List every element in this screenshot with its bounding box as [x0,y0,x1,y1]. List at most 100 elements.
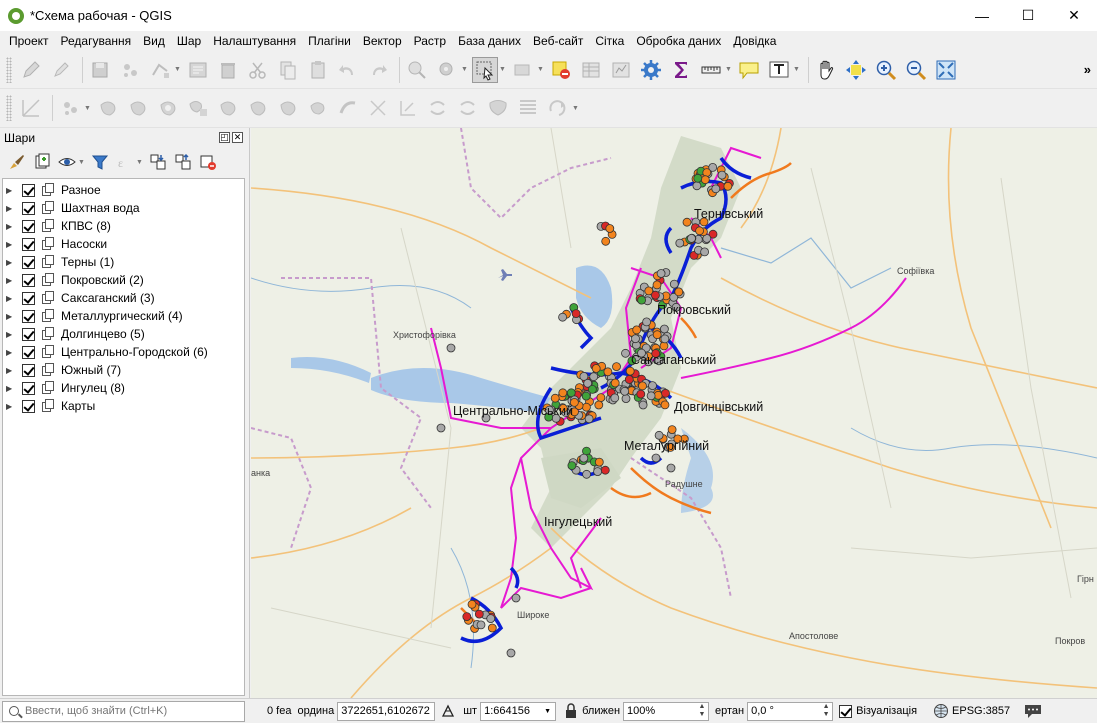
spin-arrows-icon[interactable]: ▲ ▼ [821,703,831,719]
undo-button[interactable] [335,57,361,83]
menu-settings[interactable]: Налаштування [207,31,302,51]
expand-arrow-icon[interactable]: ▶ [6,204,16,213]
delete-part-button[interactable] [275,95,301,121]
expand-arrow-icon[interactable]: ▶ [6,258,16,267]
expand-arrow-icon[interactable]: ▶ [6,330,16,339]
layer-row[interactable]: ▶ Терны (1) [3,253,244,271]
menu-database[interactable]: База даних [452,31,527,51]
expression-dropdown[interactable]: ▼ [136,159,143,166]
layer-row[interactable]: ▶ Металлургический (4) [3,307,244,325]
expand-arrow-icon[interactable]: ▶ [6,312,16,321]
toggle-editing-button[interactable] [18,57,44,83]
fill-ring-button[interactable] [215,95,241,121]
processing-toolbox-button[interactable] [638,57,664,83]
trim-extend-button[interactable] [395,95,421,121]
globe-crs-icon[interactable] [933,703,949,719]
copy-features-button[interactable] [275,57,301,83]
expand-arrow-icon[interactable]: ▶ [6,186,16,195]
merge-features-button[interactable] [485,95,511,121]
identify-features-button[interactable] [404,57,430,83]
move-feature-dropdown[interactable]: ▼ [84,105,91,112]
delete-selected-button[interactable] [215,57,241,83]
toolbar-grip[interactable] [6,56,12,83]
magnifier-spinbox[interactable]: 100% ▲ ▼ [623,701,710,721]
modify-attributes-button[interactable] [185,57,211,83]
merge-attributes-button[interactable] [515,95,541,121]
render-checkbox[interactable] [839,704,853,718]
filter-legend-button[interactable] [89,151,111,173]
text-annotation-button[interactable] [766,57,792,83]
expand-arrow-icon[interactable]: ▶ [6,240,16,249]
menu-web[interactable]: Веб-сайт [527,31,589,51]
maximize-button[interactable]: ☐ [1005,0,1051,31]
measure-dropdown[interactable]: ▼ [725,66,732,73]
layer-visibility-checkbox[interactable] [22,183,35,197]
show-statistics-button[interactable] [668,57,694,83]
collapse-all-button[interactable] [172,151,194,173]
select-by-expression-button[interactable] [510,57,536,83]
zoom-out-button[interactable] [903,57,929,83]
select-features-button[interactable] [472,56,498,83]
crs-button[interactable]: EPSG:3857 [952,705,1010,717]
lock-icon[interactable] [564,703,578,719]
layer-visibility-checkbox[interactable] [22,345,35,359]
menu-help[interactable]: Довідка [727,31,782,51]
map-tips-button[interactable] [736,57,762,83]
menu-raster[interactable]: Растр [408,31,452,51]
layer-row[interactable]: ▶ Карты [3,397,244,415]
layer-row[interactable]: ▶ Центрально-Городской (6) [3,343,244,361]
pan-map-button[interactable] [813,57,839,83]
layer-row[interactable]: ▶ Шахтная вода [3,199,244,217]
rotate-feature-button[interactable] [95,95,121,121]
expand-arrow-icon[interactable]: ▶ [6,366,16,375]
menu-layer[interactable]: Шар [171,31,207,51]
layer-row[interactable]: ▶ Покровский (2) [3,271,244,289]
extents-toggle-icon[interactable] [440,703,456,719]
cut-features-button[interactable] [245,57,271,83]
layer-visibility-checkbox[interactable] [22,255,35,269]
add-point-button[interactable] [117,57,143,83]
pan-to-selection-button[interactable] [843,57,869,83]
layer-row[interactable]: ▶ Насоски [3,235,244,253]
visibility-dropdown[interactable]: ▼ [78,159,85,166]
manage-visibility-button[interactable] [56,151,78,173]
zoom-in-button[interactable] [873,57,899,83]
layer-visibility-checkbox[interactable] [22,363,35,377]
locator-search[interactable] [2,700,245,722]
layer-visibility-checkbox[interactable] [22,291,35,305]
split-parts-button[interactable] [455,95,481,121]
toolbar-overflow-button[interactable]: » [1084,62,1091,77]
move-feature-button[interactable] [57,95,83,121]
layer-visibility-checkbox[interactable] [22,309,35,323]
menu-plugins[interactable]: Плагіни [302,31,357,51]
open-attribute-table-button[interactable] [578,57,604,83]
vertex-tool-dropdown[interactable]: ▼ [174,66,181,73]
layer-visibility-checkbox[interactable] [22,399,35,413]
scale-combobox[interactable]: 1:664156 ▼ [480,701,557,721]
open-layer-styling-button[interactable] [6,151,28,173]
vertex-tool-button[interactable] [147,57,173,83]
layer-visibility-checkbox[interactable] [22,273,35,287]
expand-all-button[interactable] [147,151,169,173]
action-dropdown[interactable]: ▼ [461,66,468,73]
menu-view[interactable]: Вид [137,31,171,51]
annotation-dropdown[interactable]: ▼ [793,66,800,73]
layer-row[interactable]: ▶ КПВС (8) [3,217,244,235]
layer-row[interactable]: ▶ Ингулец (8) [3,379,244,397]
layer-row[interactable]: ▶ Саксаганский (3) [3,289,244,307]
split-features-button[interactable] [425,95,451,121]
remove-layer-button[interactable] [197,151,219,173]
filter-expression-button[interactable]: ε [114,151,136,173]
minimize-button[interactable]: — [959,0,1005,31]
layer-visibility-checkbox[interactable] [22,381,35,395]
simplify-feature-button[interactable] [125,95,151,121]
reverse-line-button[interactable] [365,95,391,121]
coordinate-field[interactable]: 3722651,6102672 [337,701,436,721]
messages-icon[interactable] [1024,703,1042,719]
menu-vector[interactable]: Вектор [357,31,408,51]
locator-search-input[interactable] [3,705,244,717]
redo-button[interactable] [365,57,391,83]
layer-visibility-checkbox[interactable] [22,219,35,233]
expand-arrow-icon[interactable]: ▶ [6,294,16,303]
expand-arrow-icon[interactable]: ▶ [6,348,16,357]
